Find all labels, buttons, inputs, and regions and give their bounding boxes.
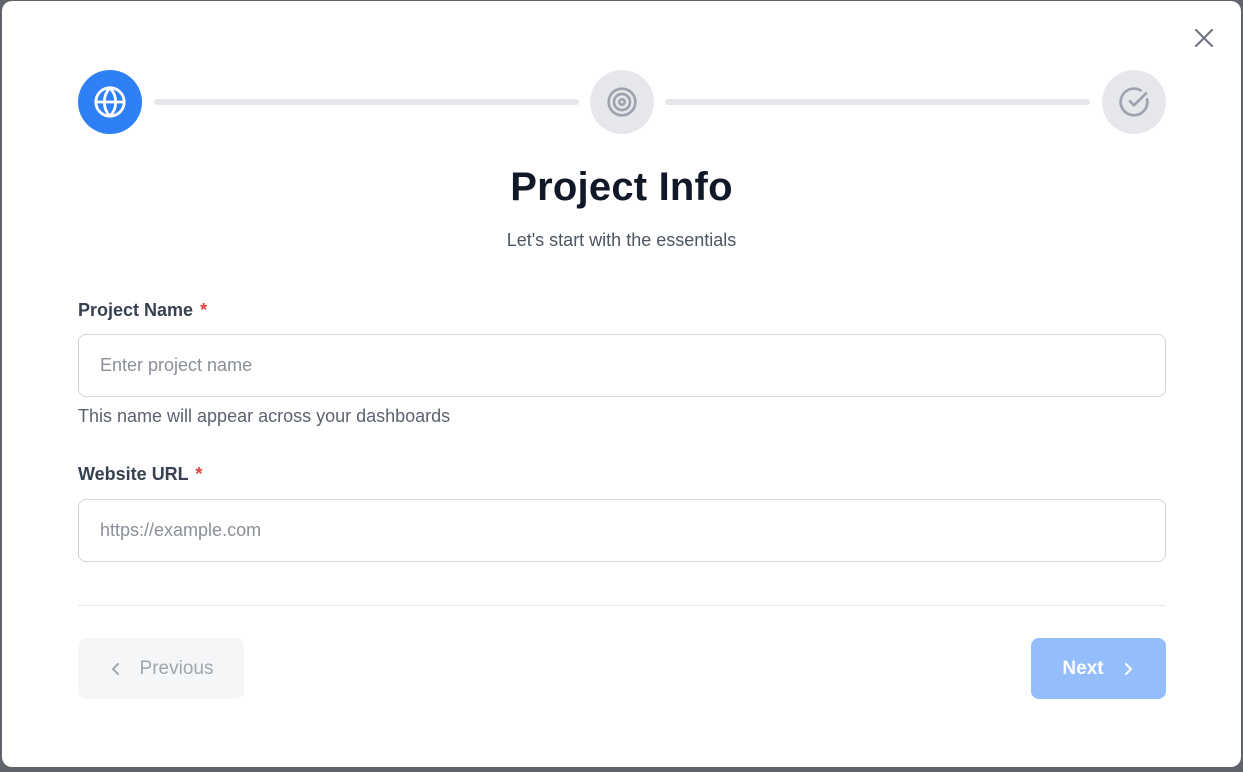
close-button[interactable] [1192,26,1216,50]
project-name-label-text: Project Name [78,300,194,320]
chevron-right-icon [1121,662,1135,676]
step-3-finish[interactable] [1102,70,1166,134]
dialog-subtitle: Let's start with the essentials [506,230,737,250]
project-name-label: Project Name * [78,300,207,321]
chevron-left-icon [109,662,123,676]
step-connector-2 [665,99,1090,105]
required-asterisk: * [195,464,203,484]
target-icon [607,87,637,117]
required-asterisk: * [200,300,208,320]
website-url-label: Website URL * [78,464,202,485]
previous-button[interactable]: Previous [78,638,244,699]
project-name-input[interactable] [78,334,1166,397]
project-setup-dialog: Project Info Let's start with the essent… [2,1,1241,767]
website-url-label-text: Website URL [78,464,189,484]
previous-button-label: Previous [139,657,214,679]
next-button[interactable]: Next [1031,638,1166,699]
progress-stepper [78,70,1166,134]
next-button-label: Next [1062,657,1104,679]
check-circle-icon [1119,87,1149,117]
website-url-input[interactable] [78,499,1166,562]
project-name-help-text: This name will appear across your dashbo… [78,406,451,426]
step-connector-1 [154,99,579,105]
footer-divider [78,605,1166,606]
step-1-project-info[interactable] [78,70,142,134]
step-2-goals[interactable] [590,70,654,134]
dialog-title: Project Info [510,165,733,209]
x-close-icon [1195,29,1213,47]
globe-icon [94,86,126,118]
